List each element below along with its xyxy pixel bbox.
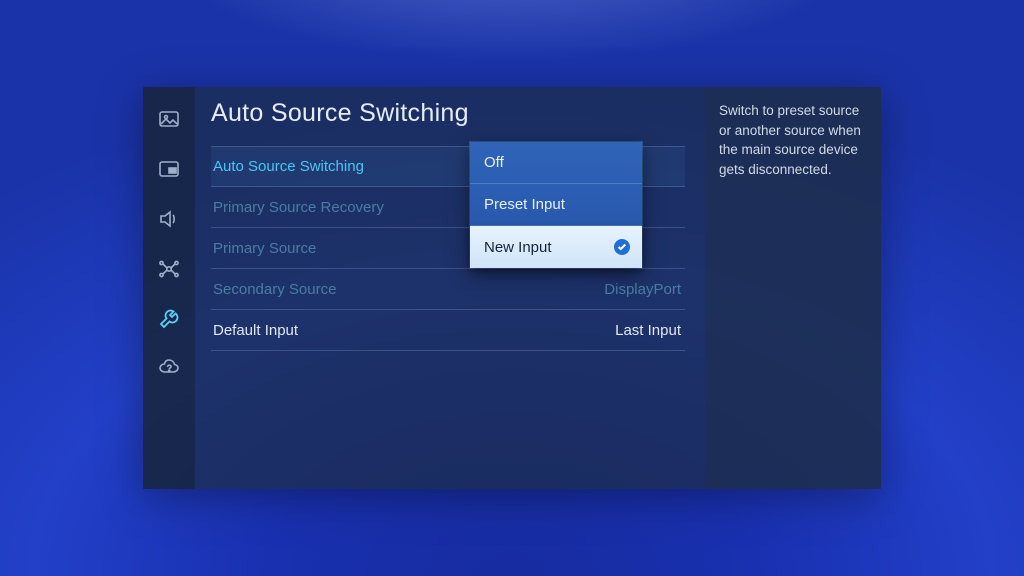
main-area: Auto Source Switching Auto Source Switch… [195, 87, 881, 489]
row-default-input[interactable]: Default Input Last Input [211, 310, 685, 351]
help-text: Switch to preset source or another sourc… [719, 101, 867, 179]
content-pane: Auto Source Switching Auto Source Switch… [195, 87, 705, 489]
system-icon[interactable] [155, 305, 183, 333]
pip-icon[interactable] [155, 155, 183, 183]
option-label: Off [484, 154, 504, 171]
picture-icon[interactable] [155, 105, 183, 133]
option-label: Preset Input [484, 196, 565, 213]
row-label: Primary Source [213, 240, 316, 257]
default-input-dropdown: Off Preset Input New Input [470, 142, 642, 268]
dropdown-option-new-input[interactable]: New Input [470, 226, 642, 268]
row-label: Secondary Source [213, 281, 336, 298]
sound-icon[interactable] [155, 205, 183, 233]
help-pane: Switch to preset source or another sourc… [705, 87, 881, 489]
option-label: New Input [484, 239, 552, 256]
row-label: Default Input [213, 322, 298, 339]
dropdown-option-off[interactable]: Off [470, 142, 642, 184]
settings-panel: Auto Source Switching Auto Source Switch… [143, 87, 881, 489]
page-title: Auto Source Switching [211, 99, 685, 128]
network-icon[interactable] [155, 255, 183, 283]
sidebar [143, 87, 195, 489]
support-icon[interactable] [155, 355, 183, 383]
row-value: Last Input [615, 322, 681, 339]
row-secondary-source[interactable]: Secondary Source DisplayPort [211, 269, 685, 310]
dropdown-option-preset-input[interactable]: Preset Input [470, 184, 642, 226]
row-label: Auto Source Switching [213, 158, 364, 175]
row-value: DisplayPort [604, 281, 681, 298]
check-icon [614, 239, 630, 255]
row-label: Primary Source Recovery [213, 199, 384, 216]
